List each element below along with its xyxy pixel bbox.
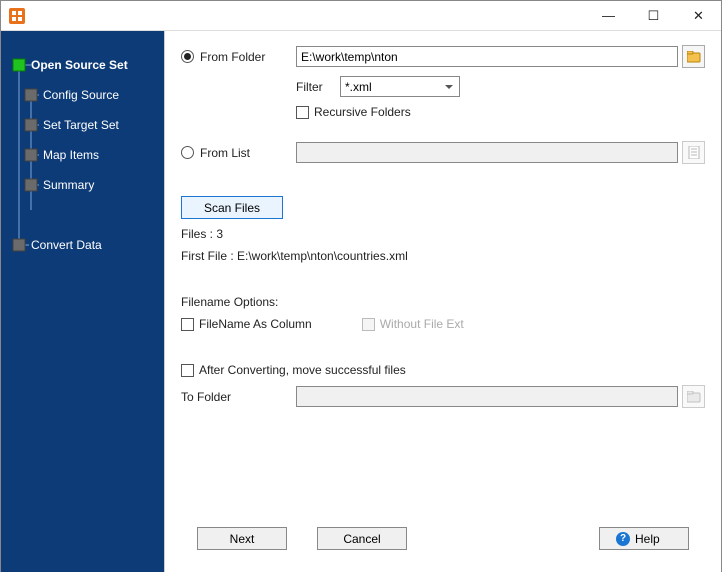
main-panel: From Folder Filter *.xml Recursive Folde… (164, 31, 721, 572)
files-count-label: Files : 3 (181, 227, 223, 241)
sidebar-item-summary[interactable]: Summary (43, 178, 94, 192)
folder-path-input[interactable] (296, 46, 678, 67)
without-ext-label: Without File Ext (380, 317, 464, 331)
app-icon (9, 8, 25, 24)
browse-folder-button[interactable] (682, 45, 705, 68)
browse-to-folder-button (682, 385, 705, 408)
from-folder-label: From Folder (200, 50, 265, 64)
filter-label: Filter (296, 80, 340, 94)
after-convert-label: After Converting, move successful files (199, 363, 406, 377)
close-button[interactable]: ✕ (676, 1, 721, 31)
titlebar: — ☐ ✕ (1, 1, 721, 31)
recursive-checkbox[interactable] (296, 106, 309, 119)
to-folder-input (296, 386, 678, 407)
sidebar-item-config-source[interactable]: Config Source (43, 88, 119, 102)
filter-select[interactable]: *.xml (340, 76, 460, 97)
sidebar-item-convert-data[interactable]: Convert Data (31, 238, 102, 252)
next-button[interactable]: Next (197, 527, 287, 550)
filename-as-column-label: FileName As Column (199, 317, 312, 331)
help-label: Help (635, 532, 660, 546)
without-ext-checkbox (362, 318, 375, 331)
help-icon: ? (616, 532, 630, 546)
sidebar-item-set-target[interactable]: Set Target Set (43, 118, 119, 132)
from-folder-radio[interactable] (181, 50, 194, 63)
filename-as-column-checkbox[interactable] (181, 318, 194, 331)
recursive-label: Recursive Folders (314, 105, 411, 119)
minimize-button[interactable]: — (586, 1, 631, 31)
scan-files-button[interactable]: Scan Files (181, 196, 283, 219)
cancel-button[interactable]: Cancel (317, 527, 407, 550)
from-list-label: From List (200, 146, 250, 160)
folder-open-icon (687, 51, 701, 63)
help-button[interactable]: ? Help (599, 527, 689, 550)
footer: Next Cancel ? Help (181, 517, 705, 562)
sidebar-item-map-items[interactable]: Map Items (43, 148, 99, 162)
after-convert-checkbox[interactable] (181, 364, 194, 377)
from-list-radio[interactable] (181, 146, 194, 159)
filter-value: *.xml (345, 80, 372, 94)
folder-icon (687, 391, 701, 403)
to-folder-label: To Folder (181, 390, 231, 404)
filename-options-heading: Filename Options: (181, 295, 278, 309)
maximize-button[interactable]: ☐ (631, 1, 676, 31)
browse-list-button (682, 141, 705, 164)
from-list-input (296, 142, 678, 163)
file-icon (688, 146, 700, 159)
first-file-label: First File : E:\work\temp\nton\countries… (181, 249, 408, 263)
wizard-sidebar: Open Source Set Config Source Set Target… (1, 31, 164, 572)
sidebar-item-open-source[interactable]: Open Source Set (31, 58, 128, 72)
